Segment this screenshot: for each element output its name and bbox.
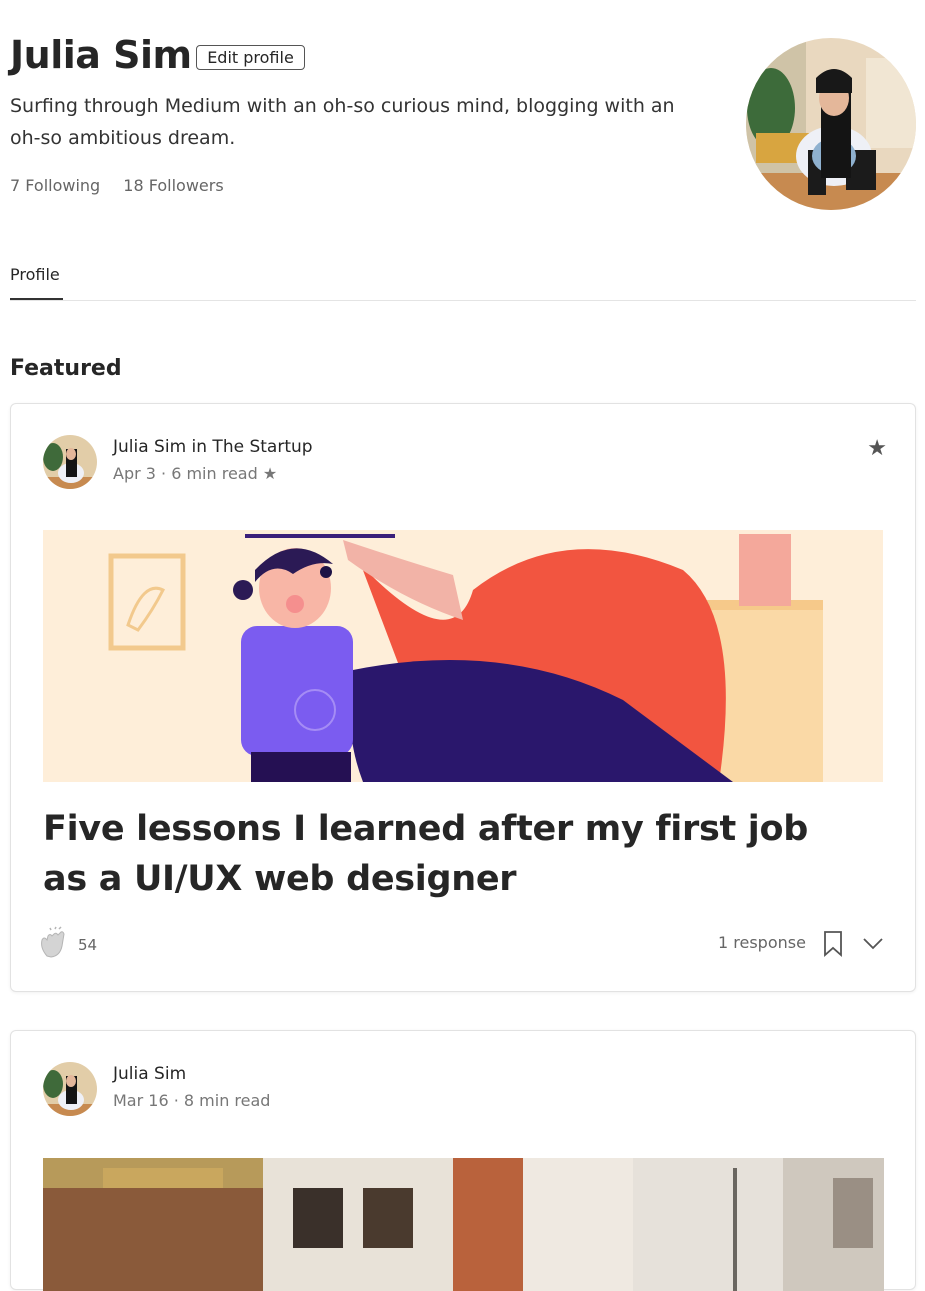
responses-link[interactable]: 1 response [718, 933, 806, 952]
post-title[interactable]: Five lessons I learned after my first jo… [43, 804, 863, 904]
following-link[interactable]: 7 Following [10, 176, 100, 195]
post-meta: Mar 16 · 8 min read [113, 1091, 271, 1110]
post-meta: Apr 3 · 6 min read ★ [113, 464, 278, 483]
author-avatar[interactable] [43, 435, 97, 489]
profile-name: Julia Sim [10, 33, 192, 77]
post-hero-image[interactable] [43, 1158, 884, 1291]
clap-count: 54 [78, 936, 98, 954]
edit-profile-button[interactable]: Edit profile [196, 45, 305, 70]
author-avatar[interactable] [43, 1062, 97, 1116]
post-author[interactable]: Julia Sim in The Startup [113, 437, 313, 457]
bookmark-icon[interactable] [822, 930, 844, 958]
featured-heading: Featured [10, 356, 122, 381]
profile-avatar[interactable] [746, 38, 916, 210]
followers-link[interactable]: 18 Followers [123, 176, 223, 195]
chevron-down-icon[interactable] [862, 933, 884, 953]
post-hero-image[interactable] [43, 530, 883, 782]
post-card[interactable]: Julia Sim in The Startup Apr 3 · 6 min r… [10, 403, 916, 992]
clap-icon[interactable] [37, 926, 71, 960]
tabs-divider [10, 300, 916, 301]
profile-bio: Surfing through Medium with an oh-so cur… [10, 95, 675, 149]
tab-profile[interactable]: Profile [10, 265, 60, 284]
post-card[interactable]: Julia Sim Mar 16 · 8 min read [10, 1030, 916, 1291]
star-icon[interactable]: ★ [867, 436, 887, 461]
post-author[interactable]: Julia Sim [113, 1064, 186, 1084]
profile-stats: 7 Following 18 Followers [10, 176, 242, 195]
